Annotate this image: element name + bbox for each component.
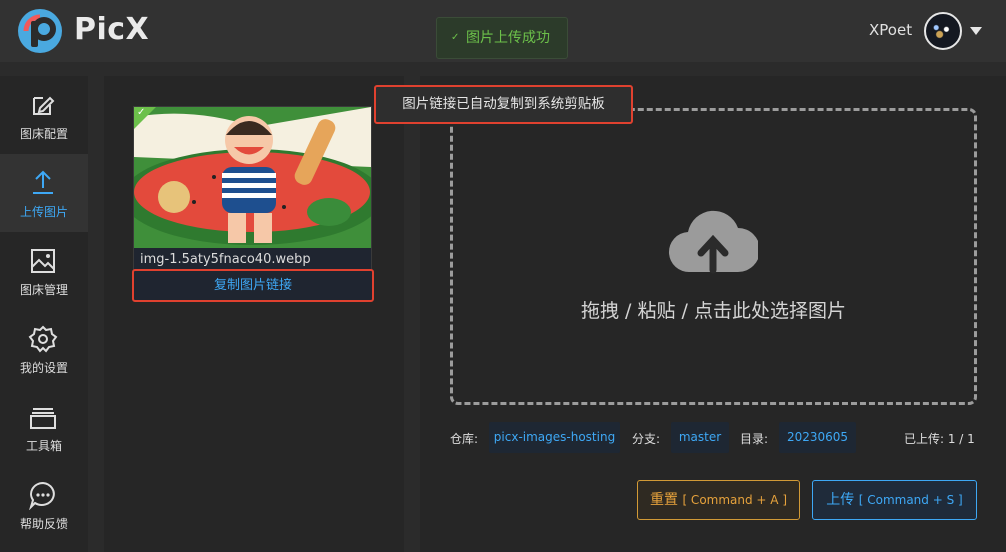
- sidebar-item-label: 图床管理: [19, 283, 68, 297]
- sidebar-item-image-manage[interactable]: 图床管理: [0, 232, 88, 310]
- watermelon-illustration: [134, 107, 371, 248]
- success-icon: ✓: [451, 32, 460, 43]
- repo-label: 仓库:: [450, 432, 479, 446]
- repo-chip[interactable]: picx-images-hosting: [489, 422, 620, 453]
- gear-icon: [28, 325, 58, 353]
- upload-shortcut: [ Command + S ]: [858, 493, 963, 507]
- picx-logo: [18, 9, 62, 53]
- sidebar-item-label: 帮助反馈: [19, 517, 68, 531]
- dir-label: 目录:: [740, 432, 769, 446]
- reset-shortcut: [ Command + A ]: [682, 493, 787, 507]
- upload-drop-zone[interactable]: 拖拽 / 粘贴 / 点击此处选择图片: [450, 108, 977, 405]
- upload-icon: [33, 170, 53, 194]
- image-filename: img-1.5aty5fnaco40.webp: [140, 252, 311, 267]
- sidebar-item-image-bed-config[interactable]: 图床配置: [0, 76, 88, 154]
- chevron-down-icon[interactable]: [970, 27, 982, 35]
- clipboard-tip: 图片链接已自动复制到系统剪贴板: [374, 85, 633, 124]
- reset-label: 重置: [649, 492, 678, 508]
- reset-button[interactable]: 重置 [ Command + A ]: [637, 480, 800, 520]
- upload-button[interactable]: 上传 [ Command + S ]: [812, 480, 977, 520]
- success-toast: ✓ 图片上传成功: [436, 17, 568, 59]
- sidebar-item-settings[interactable]: 我的设置: [0, 310, 88, 388]
- image-icon: [31, 249, 55, 273]
- edit-icon: [33, 96, 55, 115]
- image-thumbnail[interactable]: ✓: [134, 107, 371, 248]
- drop-zone-text: 拖拽 / 粘贴 / 点击此处选择图片: [581, 300, 846, 322]
- sidebar-item-upload[interactable]: 上传图片: [0, 154, 88, 232]
- chat-icon: [29, 481, 55, 510]
- uploaded-count: 已上传: 1 / 1: [904, 432, 975, 446]
- sidebar-item-help[interactable]: 帮助反馈: [0, 466, 88, 544]
- toast-message: 图片上传成功: [466, 30, 550, 46]
- sidebar-item-toolbox[interactable]: 工具箱: [0, 388, 88, 466]
- app-header: PicX ✓ 图片上传成功 XPoet: [0, 0, 1006, 62]
- upload-label: 上传: [826, 492, 855, 508]
- sidebar: 图床配置 上传图片 图床管理 我的设置 工具箱 帮助反馈: [0, 76, 88, 552]
- sidebar-item-label: 我的设置: [19, 361, 68, 375]
- branch-label: 分支:: [632, 432, 661, 446]
- toolbox-icon: [30, 408, 56, 429]
- dir-chip[interactable]: 20230605: [779, 422, 856, 453]
- copy-link-button[interactable]: 复制图片链接: [132, 269, 374, 302]
- sidebar-item-label: 图床配置: [19, 127, 68, 141]
- avatar[interactable]: [924, 12, 962, 50]
- app-brand: PicX: [74, 12, 150, 47]
- check-icon: ✓: [137, 107, 146, 118]
- user-name[interactable]: XPoet: [869, 21, 912, 39]
- sidebar-item-label: 工具箱: [25, 439, 62, 453]
- cloud-upload-icon: [668, 210, 758, 274]
- sidebar-item-label: 上传图片: [19, 205, 68, 219]
- branch-chip[interactable]: master: [671, 422, 729, 453]
